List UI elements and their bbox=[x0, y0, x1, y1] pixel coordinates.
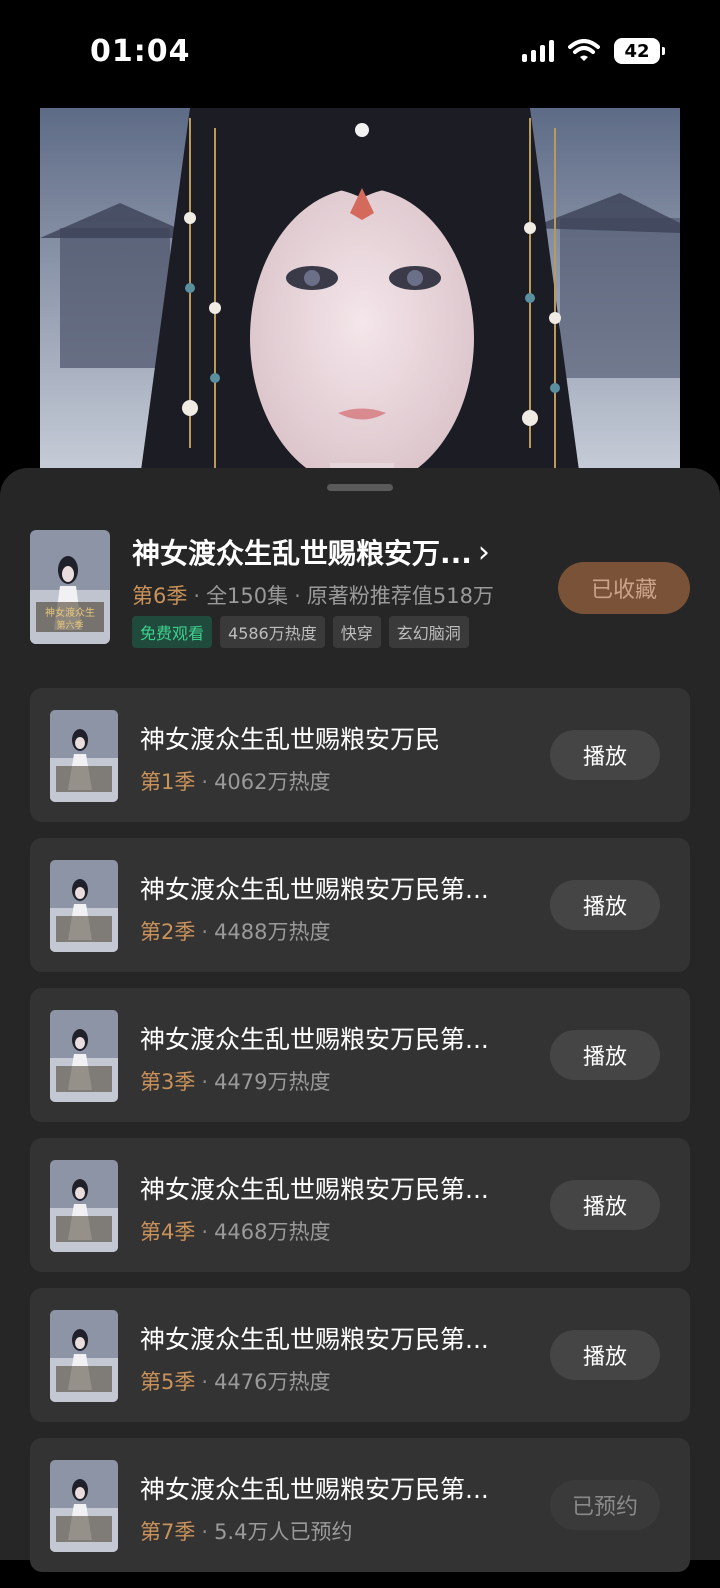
recommend-score: 原著粉推荐值518万 bbox=[306, 584, 494, 608]
sheet-drag-handle[interactable] bbox=[327, 484, 393, 491]
series-title-link[interactable]: 神女渡众生乱世赐粮安万... › bbox=[132, 532, 490, 572]
series-cover: 神女渡众生 第六季 bbox=[30, 530, 110, 644]
season-card[interactable]: 神女渡众生乱世赐粮安万民第... 第2季 · 4488万热度 播放 bbox=[30, 838, 690, 972]
episode-count: 全150集 bbox=[206, 584, 289, 608]
season-meta: 第4季 · 4468万热度 bbox=[140, 1220, 331, 1244]
play-button[interactable]: 播放 bbox=[550, 1030, 660, 1080]
season-list: 神女渡众生乱世赐粮安万民 第1季 · 4062万热度 播放 神女渡众生乱世赐粮安万民… bbox=[30, 688, 690, 1588]
season-card[interactable]: 神女渡众生乱世赐粮安万民第... 第3季 · 4479万热度 播放 bbox=[30, 988, 690, 1122]
season-cover bbox=[50, 710, 118, 802]
series-sheet: 神女渡众生 第六季 神女渡众生乱世赐粮安万... › 第6季 · 全150集 · 原著粉… bbox=[0, 468, 720, 1572]
status-icons: 42 bbox=[522, 38, 665, 64]
play-button[interactable]: 播放 bbox=[550, 1330, 660, 1380]
wifi-icon bbox=[568, 39, 600, 61]
season-meta: 第1季 · 4062万热度 bbox=[140, 770, 331, 794]
season-meta: 第3季 · 4479万热度 bbox=[140, 1070, 331, 1094]
season-card[interactable]: 神女渡众生乱世赐粮安万民第... 第5季 · 4476万热度 播放 bbox=[30, 1288, 690, 1422]
series-title: 神女渡众生乱世赐粮安万... bbox=[132, 537, 472, 570]
season-card[interactable]: 神女渡众生乱世赐粮安万民 第1季 · 4062万热度 播放 bbox=[30, 688, 690, 822]
collected-button[interactable]: 已收藏 bbox=[558, 562, 690, 614]
season-card[interactable]: 神女渡众生乱世赐粮安万民第... 第4季 · 4468万热度 播放 bbox=[30, 1138, 690, 1272]
season-cover bbox=[50, 1160, 118, 1252]
play-button[interactable]: 播放 bbox=[550, 880, 660, 930]
current-season: 第6季 bbox=[132, 584, 188, 608]
season-title: 神女渡众生乱世赐粮安万民第... bbox=[140, 1175, 489, 1204]
tag-list: 免费观看 4586万热度 快穿 玄幻脑洞 bbox=[132, 616, 469, 648]
play-button[interactable]: 播放 bbox=[550, 1180, 660, 1230]
season-title: 神女渡众生乱世赐粮安万民 bbox=[140, 725, 441, 754]
season-cover bbox=[50, 1010, 118, 1102]
cellular-signal-icon bbox=[522, 40, 554, 62]
season-cover bbox=[50, 1460, 118, 1552]
season-meta: 第7季 · 5.4万人已预约 bbox=[140, 1520, 353, 1544]
reserved-button[interactable]: 已预约 bbox=[550, 1480, 660, 1530]
season-card[interactable]: 神女渡众生乱世赐粮安万民第... 第7季 · 5.4万人已预约 已预约 bbox=[30, 1438, 690, 1572]
portrait-illustration bbox=[40, 108, 680, 478]
season-cover bbox=[50, 1310, 118, 1402]
tag-genre[interactable]: 玄幻脑洞 bbox=[388, 616, 469, 648]
clock: 01:04 bbox=[90, 34, 191, 69]
season-title: 神女渡众生乱世赐粮安万民第... bbox=[140, 1325, 489, 1354]
season-cover bbox=[50, 860, 118, 952]
tag-heat: 4586万热度 bbox=[220, 616, 325, 648]
battery-icon: 42 bbox=[614, 38, 665, 64]
tag-genre[interactable]: 快穿 bbox=[332, 616, 381, 648]
current-series-info[interactable]: 神女渡众生 第六季 神女渡众生乱世赐粮安万... › 第6季 · 全150集 · 原著粉… bbox=[30, 530, 690, 650]
tag-free: 免费观看 bbox=[132, 616, 213, 648]
season-title: 神女渡众生乱世赐粮安万民第... bbox=[140, 1025, 489, 1054]
season-meta: 第2季 · 4488万热度 bbox=[140, 920, 331, 944]
season-title: 神女渡众生乱世赐粮安万民第... bbox=[140, 875, 489, 904]
status-bar: 01:04 42 bbox=[0, 0, 720, 100]
hero-image[interactable] bbox=[40, 108, 680, 478]
series-meta: 第6季 · 全150集 · 原著粉推荐值518万 bbox=[132, 584, 494, 608]
season-meta: 第5季 · 4476万热度 bbox=[140, 1370, 331, 1394]
play-button[interactable]: 播放 bbox=[550, 730, 660, 780]
svg-text:神女渡众生: 神女渡众生 bbox=[45, 606, 95, 619]
svg-text:第六季: 第六季 bbox=[56, 619, 83, 631]
chevron-right-icon: › bbox=[477, 534, 490, 570]
season-title: 神女渡众生乱世赐粮安万民第... bbox=[140, 1475, 489, 1504]
